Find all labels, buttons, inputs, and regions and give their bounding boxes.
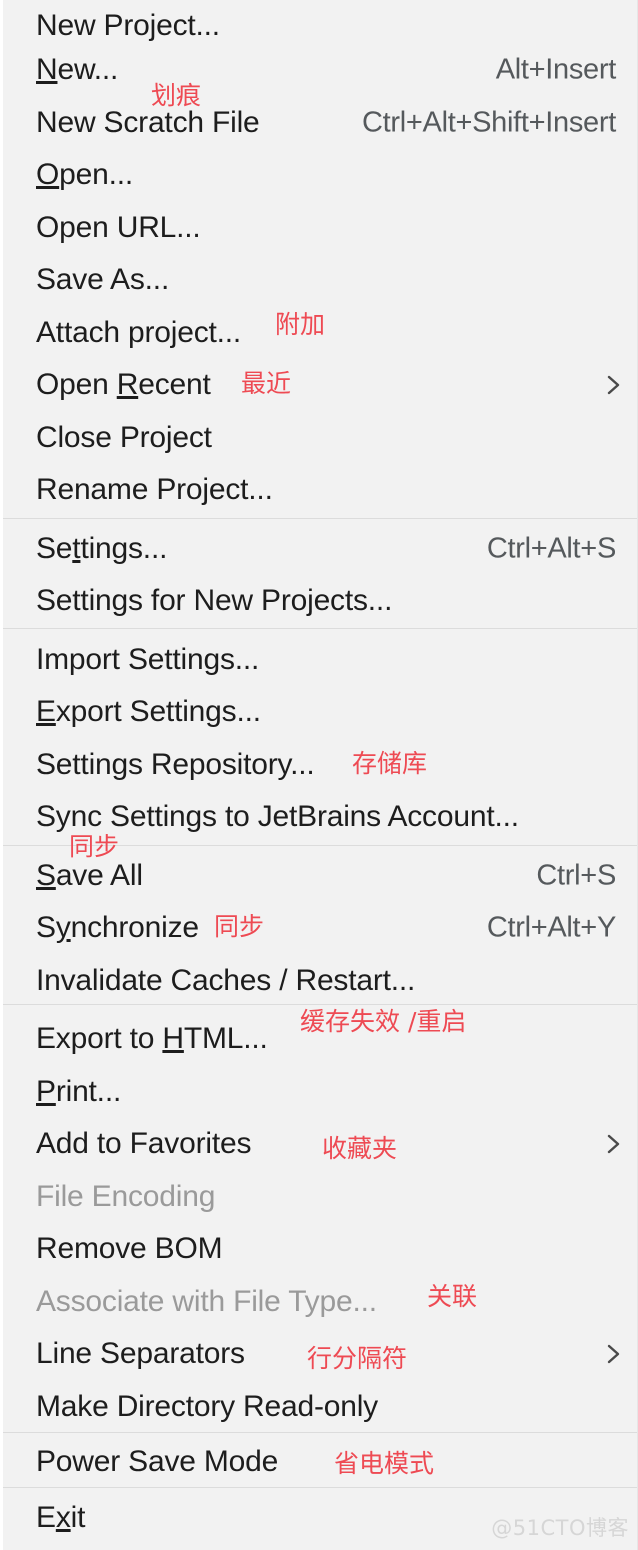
- menu-item[interactable]: Remove BOM: [3, 1223, 637, 1275]
- menu-item-label: Save All: [36, 859, 143, 892]
- menu-item-label: Open URL...: [36, 211, 201, 244]
- menu-item-label: Print...: [36, 1075, 122, 1108]
- menu-item[interactable]: Rename Project...: [3, 464, 637, 516]
- menu-item[interactable]: Settings Repository...: [3, 739, 637, 791]
- menu-item: Associate with File Type...: [3, 1276, 637, 1328]
- menu-item[interactable]: Synchronize Ctrl+Alt+Y: [3, 902, 637, 954]
- menu-item-shortcut: Ctrl+Alt+Shift+Insert: [361, 106, 616, 139]
- menu-item[interactable]: Settings for New Projects...: [3, 575, 637, 627]
- menu-item[interactable]: Open Recent: [3, 359, 637, 411]
- menu-separator: [3, 628, 637, 629]
- menu-item-label: Export to HTML...: [36, 1022, 268, 1055]
- menu-item-label: Attach project...: [36, 316, 242, 349]
- menu-item-label: Import Settings...: [36, 643, 260, 676]
- menu-item[interactable]: New... Alt+Insert: [3, 44, 637, 96]
- menu-item-label: Sync Settings to JetBrains Account...: [36, 800, 519, 833]
- menu-item-label: Add to Favorites: [36, 1127, 252, 1160]
- menu-item: File Encoding: [3, 1171, 637, 1223]
- menu-item[interactable]: Make Directory Read-only: [3, 1381, 637, 1433]
- menu-item[interactable]: Print...: [3, 1066, 637, 1118]
- menu-item[interactable]: New Scratch File Ctrl+Alt+Shift+Insert: [3, 97, 637, 149]
- watermark: @51CTO博客: [491, 1516, 629, 1540]
- menu-separator: [3, 518, 637, 519]
- translation-annotation: 缓存失效 /重启: [300, 1007, 467, 1036]
- menu-item[interactable]: Save As...: [3, 254, 637, 306]
- translation-annotation: 行分隔符: [307, 1344, 408, 1373]
- translation-annotation: 最近: [241, 369, 292, 398]
- menu-item-label: Rename Project...: [36, 473, 273, 506]
- menu-item-shortcut: Alt+Insert: [495, 53, 617, 86]
- menu-item-label: New Scratch File: [36, 106, 260, 139]
- menu-item-label: Export Settings...: [36, 695, 261, 728]
- translation-annotation: 收藏夹: [322, 1134, 398, 1163]
- translation-annotation: 同步: [214, 912, 265, 941]
- menu-item-shortcut: Ctrl+Alt+Y: [486, 911, 616, 944]
- menu-item[interactable]: Invalidate Caches / Restart...: [3, 955, 637, 1007]
- menu-item-label: Settings...: [36, 532, 168, 565]
- menu-item[interactable]: Power Save Mode: [3, 1436, 637, 1488]
- chevron-right-icon: [602, 374, 624, 396]
- translation-annotation: 附加: [275, 310, 326, 339]
- menu-item[interactable]: Open URL...: [3, 202, 637, 254]
- menu-item-label: Settings for New Projects...: [36, 584, 393, 617]
- menu-item-label: New...: [36, 53, 119, 86]
- menu-item[interactable]: Settings... Ctrl+Alt+S: [3, 523, 637, 575]
- translation-annotation: 同步: [69, 832, 120, 861]
- menu-item[interactable]: Export Settings...: [3, 686, 637, 738]
- menu-item-label: Open...: [36, 158, 133, 191]
- translation-annotation: 关联: [427, 1282, 478, 1311]
- menu-item-label: Associate with File Type...: [36, 1285, 377, 1318]
- menu-item-label: Open Recent: [36, 368, 211, 401]
- menu-item-label: Make Directory Read-only: [36, 1390, 378, 1423]
- menu-item-label: Line Separators: [36, 1337, 245, 1370]
- translation-annotation: 省电模式: [334, 1449, 435, 1478]
- menu-item-label: Close Project: [36, 421, 212, 454]
- menu-item-label: New Project...: [36, 9, 220, 42]
- menu-item-label: Save As...: [36, 263, 170, 296]
- menu-item-shortcut: Ctrl+S: [536, 859, 616, 892]
- menu-item-label: Invalidate Caches / Restart...: [36, 964, 416, 997]
- menu-item[interactable]: Close Project: [3, 412, 637, 464]
- file-menu-popup: New Project... New... Alt+Insert New Scratc…: [0, 0, 638, 1550]
- menu-item[interactable]: Import Settings...: [3, 634, 637, 686]
- menu-item-label: Exit: [36, 1501, 86, 1534]
- menu-item-label: Remove BOM: [36, 1232, 223, 1265]
- menu-item-label: Settings Repository...: [36, 748, 315, 781]
- menu-item[interactable]: Open...: [3, 149, 637, 201]
- translation-annotation: 划痕: [151, 81, 202, 110]
- chevron-right-icon: [602, 1133, 624, 1155]
- translation-annotation: 存储库: [352, 749, 428, 778]
- menu-item-shortcut: Ctrl+Alt+S: [486, 532, 616, 565]
- menu-item-label: File Encoding: [36, 1180, 216, 1213]
- menu-item[interactable]: Add to Favorites: [3, 1118, 637, 1170]
- menu-item-label: Synchronize: [36, 911, 199, 944]
- chevron-right-icon: [602, 1343, 624, 1365]
- menu-item-label: Power Save Mode: [36, 1445, 279, 1478]
